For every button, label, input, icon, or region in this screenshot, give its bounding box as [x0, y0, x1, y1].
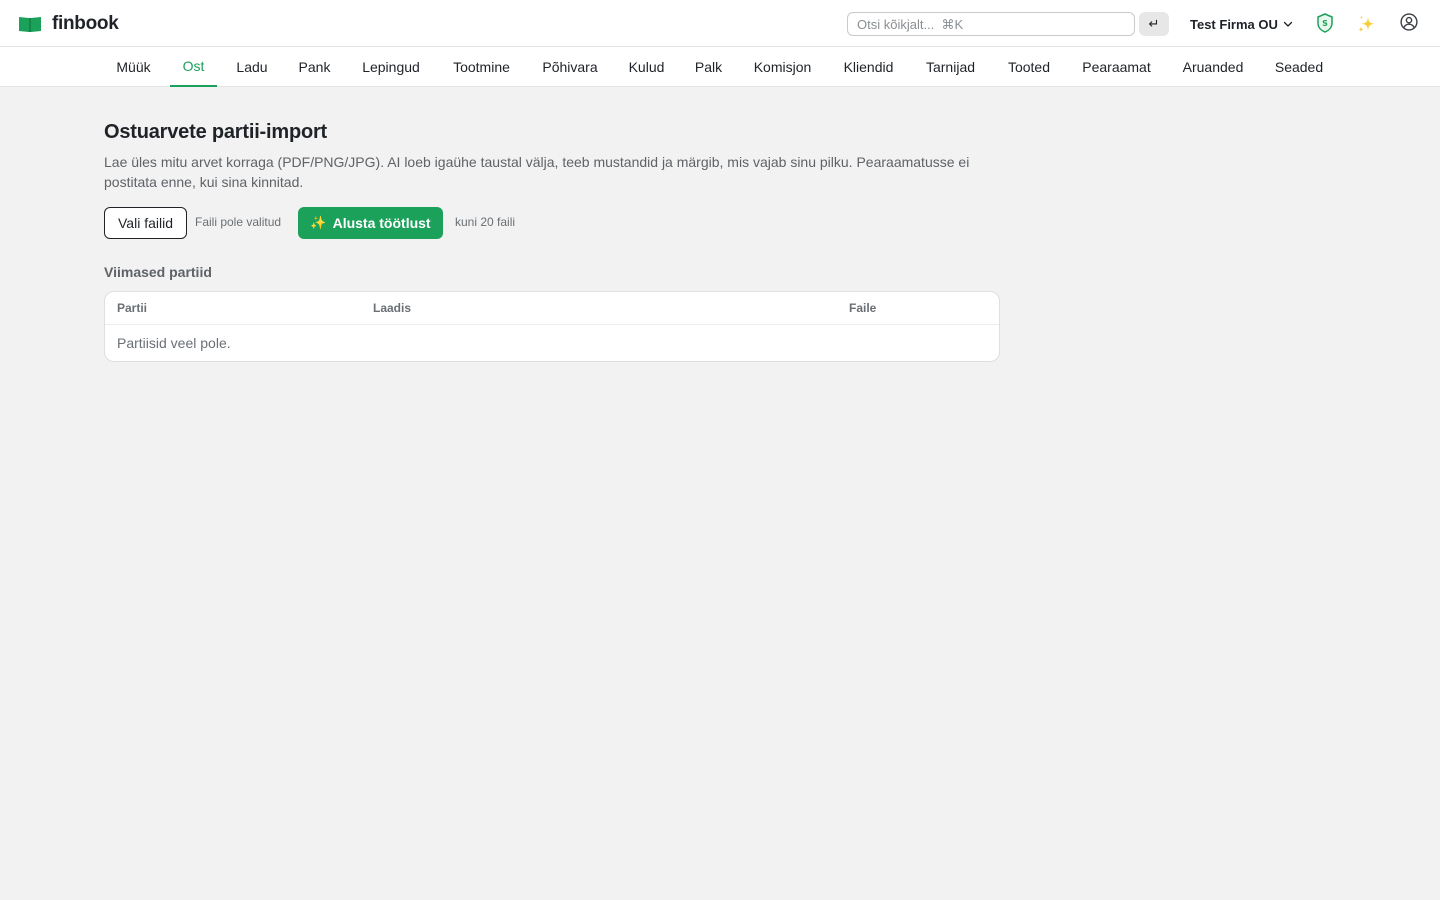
search-input[interactable] [857, 14, 1125, 34]
sparkle-icon[interactable] [1356, 14, 1377, 34]
company-name: Test Firma OU [1190, 16, 1278, 32]
column-header-files: Faile [849, 301, 877, 315]
no-file-chosen-label: Faili pole valitud [195, 215, 282, 229]
nav-item-tarnijad[interactable]: Tarnijad [913, 47, 988, 87]
recent-batches-title: Viimased partiid [104, 264, 212, 280]
nav-item-muuk[interactable]: Müük [104, 47, 163, 87]
app-logo[interactable]: finbook [18, 12, 119, 36]
start-processing-label: Alusta töötlust [332, 215, 431, 231]
nav-item-pank[interactable]: Pank [287, 47, 342, 87]
chevron-down-icon [1283, 21, 1293, 27]
nav-item-pohivara[interactable]: Põhivara [530, 47, 610, 87]
nav-item-komisjon[interactable]: Komisjon [741, 47, 824, 87]
nav-item-palk[interactable]: Palk [683, 47, 734, 87]
nav-item-kulud[interactable]: Kulud [617, 47, 676, 87]
table-header: Partii Laadis Faile [105, 292, 999, 325]
logo-book-icon [19, 17, 41, 32]
nav-item-ost[interactable]: Ost [170, 47, 217, 87]
page-description: Lae üles mitu arvet korraga (PDF/PNG/JPG… [104, 154, 970, 190]
start-processing-button[interactable]: ✨ Alusta töötlust [298, 207, 443, 239]
nav-item-pearaamat[interactable]: Pearaamat [1070, 47, 1163, 87]
nav-item-aruanded[interactable]: Aruanded [1170, 47, 1256, 87]
column-header-batch: Partii [117, 301, 148, 315]
svg-text:S: S [1322, 19, 1328, 28]
table-empty-state: Partiisid veel pole. [117, 335, 231, 351]
shield-s-icon[interactable]: S [1316, 13, 1334, 33]
file-limit-label: kuni 20 faili [455, 215, 516, 229]
search-submit-button[interactable]: ↵ [1139, 12, 1169, 36]
nav-item-tootmine[interactable]: Tootmine [440, 47, 523, 87]
nav-item-kliendid[interactable]: Kliendid [831, 47, 906, 87]
user-circle-icon[interactable] [1400, 13, 1418, 31]
nav-item-ladu[interactable]: Ladu [224, 47, 280, 87]
page-title: Ostuarvete partii-import [104, 121, 328, 143]
company-switcher[interactable]: Test Firma OU [1190, 14, 1293, 34]
global-search[interactable] [847, 12, 1135, 36]
top-bar: finbook ↵ Test Firma OU S [0, 0, 1440, 47]
nav-item-seaded[interactable]: Seaded [1263, 47, 1335, 87]
choose-files-button[interactable]: Vali failid [104, 207, 187, 239]
main-nav: Müük Ost Ladu Pank Lepingud Tootmine Põh… [0, 47, 1440, 87]
sparkle-icon: ✨ [310, 215, 327, 231]
recent-batches-table: Partii Laadis Faile Partiisid veel pole. [104, 291, 1000, 362]
nav-item-lepingud[interactable]: Lepingud [349, 47, 433, 87]
nav-item-tooted[interactable]: Tooted [995, 47, 1063, 87]
app-name: finbook [52, 13, 119, 34]
column-header-uploaded: Laadis [373, 301, 412, 315]
